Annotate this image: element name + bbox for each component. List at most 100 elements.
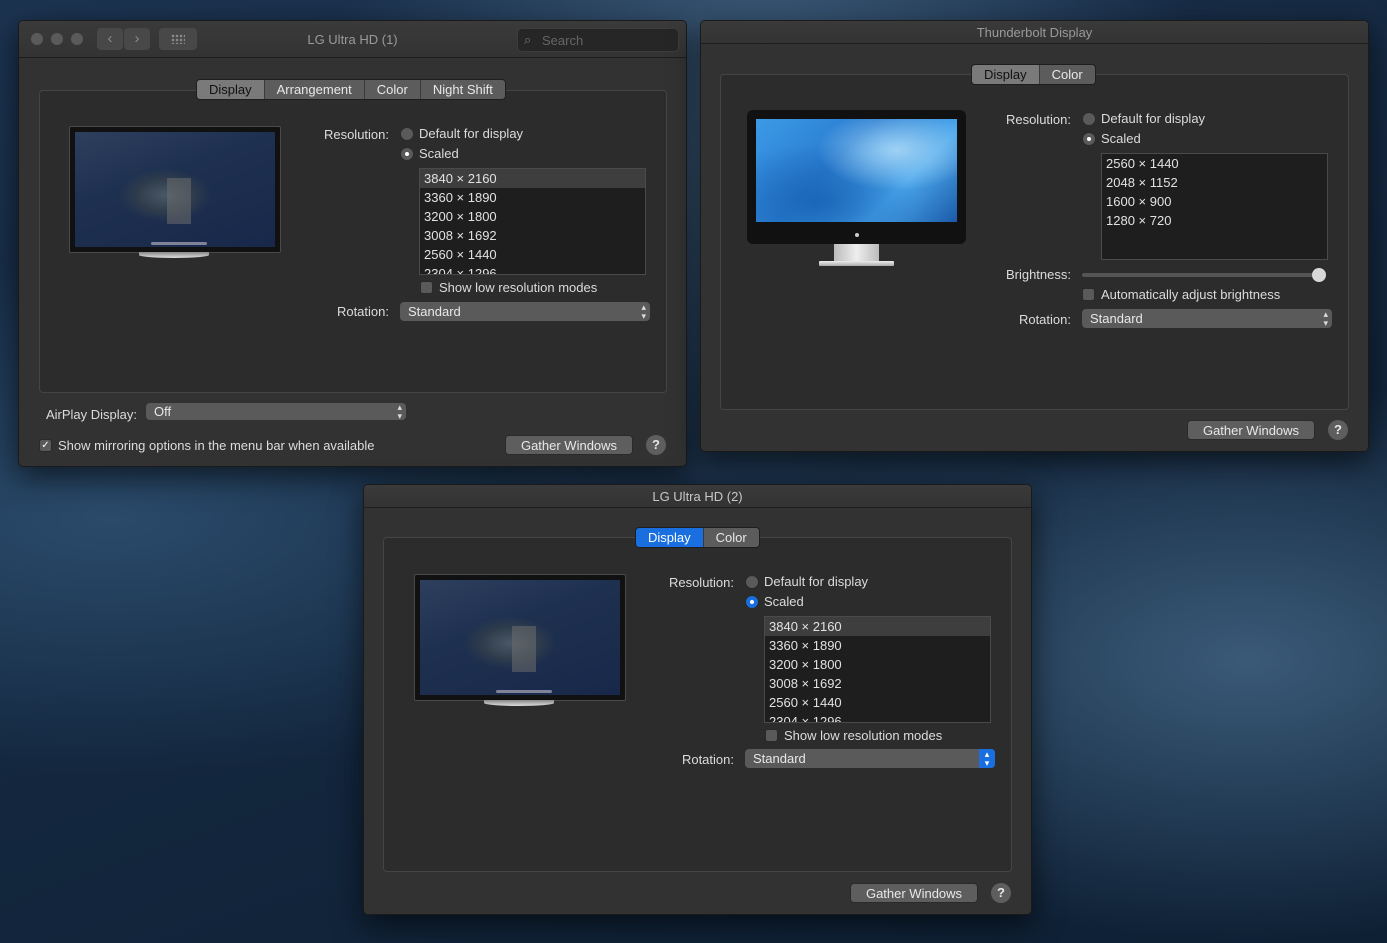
- tab-bar: Display Color: [635, 527, 760, 548]
- list-item[interactable]: 2560 × 1440: [1102, 154, 1327, 173]
- tab-color[interactable]: Color: [703, 528, 759, 547]
- tab-display[interactable]: Display: [197, 80, 265, 99]
- titlebar[interactable]: Thunderbolt Display: [701, 21, 1368, 44]
- tab-bar: Display Arrangement Color Night Shift: [196, 79, 506, 100]
- monitor-stand: [834, 244, 879, 262]
- display-screen: [414, 574, 626, 701]
- checkbox[interactable]: [420, 281, 433, 294]
- titlebar[interactable]: LG Ultra HD (2): [364, 485, 1031, 508]
- tab-arrangement[interactable]: Arrangement: [264, 80, 365, 99]
- brightness-label: Brightness:: [1005, 267, 1071, 282]
- checkbox[interactable]: [765, 729, 778, 742]
- tab-color[interactable]: Color: [364, 80, 421, 99]
- list-item[interactable]: 1600 × 900: [1102, 192, 1327, 211]
- rotation-popup[interactable]: Standard ▴ ▾: [1082, 309, 1332, 328]
- list-item[interactable]: 3360 × 1890: [765, 636, 990, 655]
- rotation-popup[interactable]: Standard ▴ ▾: [400, 302, 650, 321]
- monitor-stand: [484, 700, 554, 706]
- search-input[interactable]: [540, 31, 674, 49]
- tab-display[interactable]: Display: [636, 528, 704, 547]
- list-item[interactable]: 2304 × 1296: [765, 712, 990, 722]
- monitor-image: [747, 110, 967, 270]
- monitor-image: [69, 126, 281, 261]
- popup-value: Standard: [408, 304, 461, 319]
- list-item[interactable]: 2560 × 1440: [765, 693, 990, 712]
- low-res-checkbox[interactable]: Show low resolution modes: [765, 728, 942, 743]
- resolution-label: Resolution:: [323, 127, 389, 142]
- display-screen: [747, 110, 966, 244]
- checkbox[interactable]: ✓: [39, 439, 52, 452]
- tab-night-shift[interactable]: Night Shift: [420, 80, 505, 99]
- popup-value: Standard: [1090, 311, 1143, 326]
- rotation-label: Rotation:: [336, 304, 389, 319]
- list-item[interactable]: 3840 × 2160: [765, 617, 990, 636]
- window-title: Thunderbolt Display: [976, 25, 1093, 40]
- list-item[interactable]: 1280 × 720: [1102, 211, 1327, 230]
- search-field[interactable]: ⌕: [517, 28, 679, 52]
- radio-button[interactable]: [745, 594, 759, 609]
- list-item[interactable]: 3360 × 1890: [420, 188, 645, 207]
- monitor-image: [414, 574, 626, 709]
- help-button[interactable]: ?: [1328, 420, 1348, 440]
- popup-value: Standard: [753, 751, 806, 766]
- resolution-list[interactable]: 3840 × 2160 3360 × 1890 3200 × 1800 3008…: [764, 616, 991, 723]
- radio-label: Default for display: [419, 126, 524, 141]
- radio-default-for-display[interactable]: Default for display: [1082, 111, 1205, 126]
- resolution-list[interactable]: 2560 × 1440 2048 × 1152 1600 × 900 1280 …: [1101, 153, 1328, 260]
- airplay-popup[interactable]: Off ▴ ▾: [146, 402, 406, 421]
- window-lg-ultra-hd-1: ‹ › LG Ultra HD (1) ⌕ Display Arrangemen…: [18, 20, 687, 467]
- display-screen: [69, 126, 281, 253]
- auto-brightness-checkbox[interactable]: Automatically adjust brightness: [1082, 287, 1280, 302]
- mirroring-checkbox[interactable]: ✓ Show mirroring options in the menu bar…: [39, 438, 375, 453]
- help-button[interactable]: ?: [991, 883, 1011, 903]
- list-item[interactable]: 3840 × 2160: [420, 169, 645, 188]
- checkbox-label: Show low resolution modes: [784, 728, 943, 743]
- radio-button[interactable]: [1082, 111, 1096, 126]
- radio-scaled[interactable]: Scaled: [745, 594, 804, 609]
- tab-bar: Display Color: [971, 64, 1096, 85]
- radio-button[interactable]: [400, 146, 414, 161]
- tab-display[interactable]: Display: [972, 65, 1040, 84]
- list-item[interactable]: 3200 × 1800: [765, 655, 990, 674]
- list-item[interactable]: 2560 × 1440: [420, 245, 645, 264]
- popup-value: Off: [154, 404, 172, 419]
- gather-windows-button[interactable]: Gather Windows: [850, 883, 978, 903]
- updown-arrows-icon: ▴ ▾: [979, 749, 995, 768]
- help-button[interactable]: ?: [646, 435, 666, 455]
- brightness-slider-knob[interactable]: [1312, 268, 1326, 282]
- resolution-label: Resolution:: [1005, 112, 1071, 127]
- rotation-label: Rotation:: [1018, 312, 1071, 327]
- titlebar[interactable]: ‹ › LG Ultra HD (1) ⌕: [19, 21, 686, 58]
- radio-button[interactable]: [1082, 131, 1096, 146]
- list-item[interactable]: 2048 × 1152: [1102, 173, 1327, 192]
- radio-label: Default for display: [1101, 111, 1206, 126]
- resolution-list[interactable]: 3840 × 2160 3360 × 1890 3200 × 1800 3008…: [419, 168, 646, 275]
- tab-color[interactable]: Color: [1039, 65, 1095, 84]
- window-title: LG Ultra HD (2): [652, 489, 743, 504]
- window-lg-ultra-hd-2: LG Ultra HD (2) Display Color Resolution…: [363, 484, 1032, 915]
- brightness-slider[interactable]: [1082, 273, 1326, 277]
- updown-arrows-icon: ▴ ▾: [1323, 309, 1328, 328]
- monitor-stand: [139, 252, 209, 258]
- radio-button[interactable]: [745, 574, 759, 589]
- radio-button[interactable]: [400, 126, 414, 141]
- rotation-popup[interactable]: Standard ▴ ▾: [745, 749, 995, 768]
- monitor-foot: [819, 261, 894, 266]
- checkbox-label: Automatically adjust brightness: [1101, 287, 1281, 302]
- radio-scaled[interactable]: Scaled: [400, 146, 459, 161]
- checkbox[interactable]: [1082, 288, 1095, 301]
- gather-windows-button[interactable]: Gather Windows: [505, 435, 633, 455]
- radio-scaled[interactable]: Scaled: [1082, 131, 1141, 146]
- list-item[interactable]: 3008 × 1692: [420, 226, 645, 245]
- rotation-label: Rotation:: [681, 752, 734, 767]
- updown-arrows-icon: ▴ ▾: [397, 402, 402, 421]
- list-item[interactable]: 3200 × 1800: [420, 207, 645, 226]
- radio-default-for-display[interactable]: Default for display: [745, 574, 868, 589]
- list-item[interactable]: 2304 × 1296: [420, 264, 645, 274]
- gather-windows-button[interactable]: Gather Windows: [1187, 420, 1315, 440]
- low-res-checkbox[interactable]: Show low resolution modes: [420, 280, 597, 295]
- resolution-label: Resolution:: [668, 575, 734, 590]
- list-item[interactable]: 3008 × 1692: [765, 674, 990, 693]
- radio-label: Default for display: [764, 574, 869, 589]
- radio-default-for-display[interactable]: Default for display: [400, 126, 523, 141]
